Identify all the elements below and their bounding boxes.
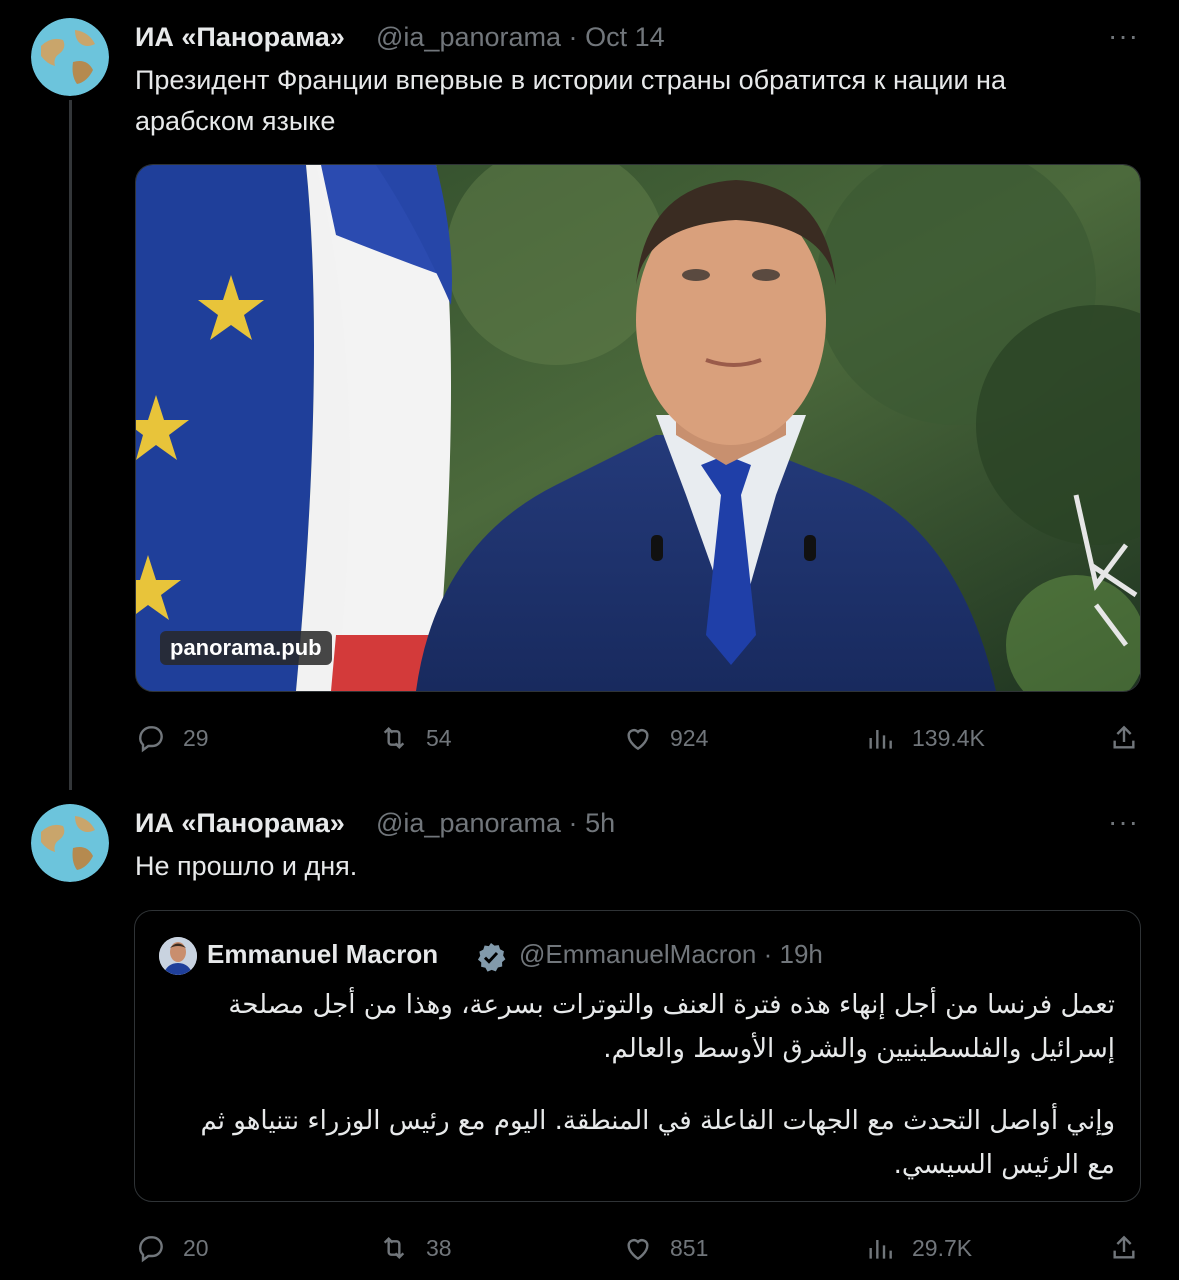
handle-text[interactable]: @ia_panorama (376, 808, 561, 838)
repost-icon (383, 1236, 405, 1260)
reply-count: 29 (183, 724, 209, 751)
separator: · (568, 808, 578, 838)
quoted-author-handle[interactable]: @EmmanuelMacron · 19h (519, 939, 823, 970)
author-handle[interactable]: @ia_panorama · Oct 14 (376, 22, 665, 53)
views-count: 29.7K (912, 1234, 973, 1261)
tweet-text: Не прошло и дня. (135, 851, 358, 881)
views-icon (869, 730, 892, 749)
quoted-author-name[interactable]: Emmanuel Macron (207, 939, 438, 970)
timestamp[interactable]: 5h (585, 808, 615, 838)
photo-macron-address (136, 165, 1140, 691)
repost-button[interactable]: 38 (378, 1232, 452, 1264)
views-count: 139.4K (912, 724, 985, 751)
separator: · (568, 22, 578, 52)
reply-icon (139, 1236, 163, 1263)
like-button[interactable]: 851 (622, 1232, 708, 1264)
timestamp[interactable]: 19h (780, 939, 823, 969)
quoted-text-paragraph-1: تعمل فرنسا من أجل إنهاء هذه فترة العنف و… (228, 990, 1115, 1064)
views-icon (869, 1240, 892, 1259)
thread-line (69, 100, 72, 790)
timestamp[interactable]: Oct 14 (585, 22, 665, 52)
author-name[interactable]: ИА «Панорама» (135, 808, 345, 839)
handle-text[interactable]: @ia_panorama (376, 22, 561, 52)
repost-count: 54 (426, 724, 452, 751)
repost-icon (383, 726, 405, 750)
image-watermark: panorama.pub (160, 631, 332, 665)
like-count: 924 (670, 724, 709, 751)
share-icon (1113, 725, 1135, 749)
author-name[interactable]: ИА «Панорама» (135, 22, 345, 53)
share-button[interactable] (1108, 1232, 1140, 1264)
verified-badge-icon (475, 941, 507, 978)
heart-icon (627, 729, 649, 751)
repost-count: 38 (426, 1234, 452, 1261)
reply-button[interactable]: 29 (135, 722, 209, 754)
share-icon (1113, 1235, 1135, 1259)
more-options-icon[interactable]: ··· (1108, 806, 1139, 838)
quoted-tweet[interactable]: Emmanuel Macron @EmmanuelMacron · 19h تع… (134, 910, 1141, 1202)
like-count: 851 (670, 1234, 709, 1261)
more-options-icon[interactable]: ··· (1108, 20, 1139, 52)
reply-button[interactable]: 20 (135, 1232, 209, 1264)
quoted-avatar[interactable] (159, 937, 197, 975)
heart-icon (627, 1239, 649, 1261)
quoted-text-paragraph-2: وإني أواصل التحدث مع الجهات الفاعلة في ا… (200, 1106, 1115, 1180)
repost-button[interactable]: 54 (378, 722, 452, 754)
share-button[interactable] (1108, 722, 1140, 754)
reply-icon (139, 726, 163, 753)
views-button[interactable]: 29.7K (864, 1232, 972, 1264)
tweet-text: Президент Франции впервые в истории стра… (135, 65, 1006, 136)
views-button[interactable]: 139.4K (864, 722, 985, 754)
avatar[interactable] (31, 804, 109, 882)
separator: · (763, 939, 773, 969)
tweet-image[interactable]: panorama.pub (135, 164, 1141, 692)
avatar[interactable] (31, 18, 109, 96)
reply-count: 20 (183, 1234, 209, 1261)
author-handle[interactable]: @ia_panorama · 5h (376, 808, 615, 839)
handle-text[interactable]: @EmmanuelMacron (519, 939, 756, 969)
like-button[interactable]: 924 (622, 722, 708, 754)
